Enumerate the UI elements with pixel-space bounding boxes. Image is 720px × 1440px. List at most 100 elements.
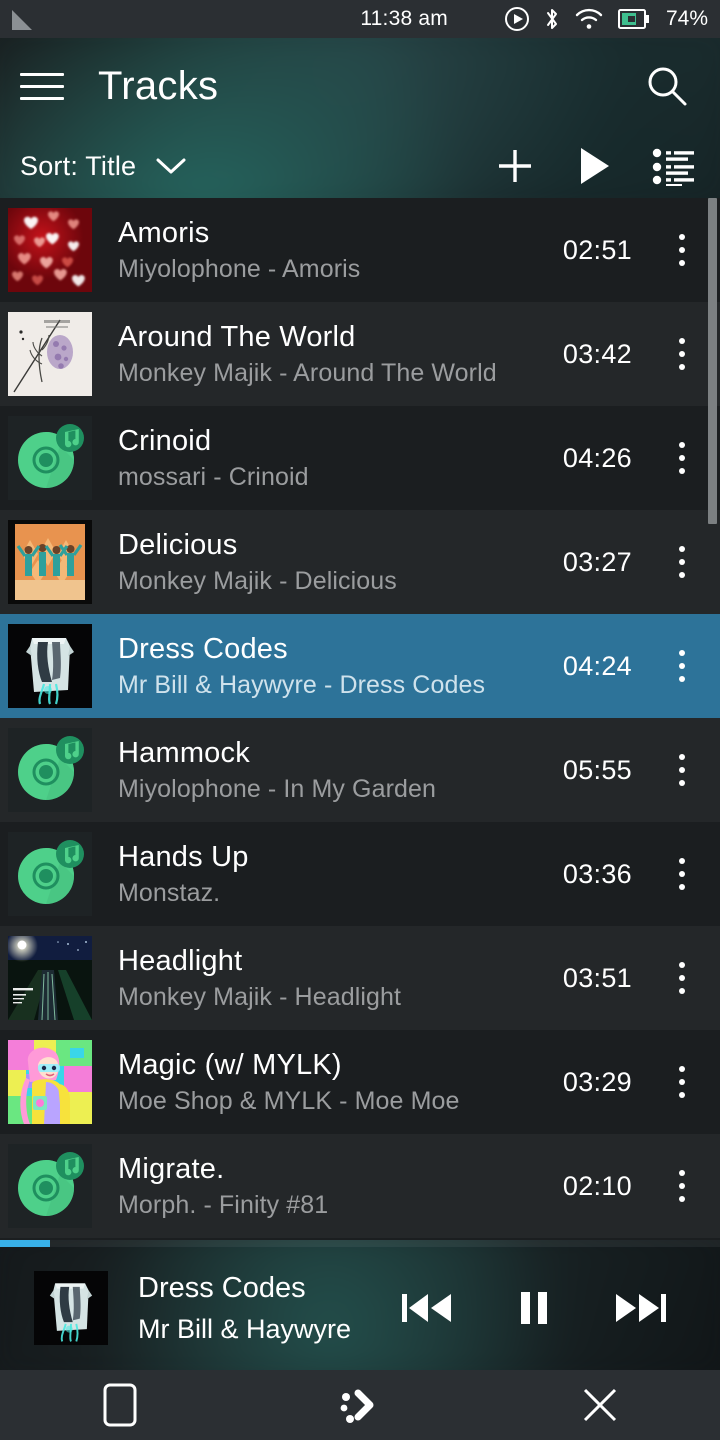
now-playing-title: Dress Codes bbox=[138, 1272, 306, 1304]
overflow-menu-icon[interactable] bbox=[658, 546, 706, 578]
overflow-menu-icon[interactable] bbox=[658, 234, 706, 266]
ubuntu-logo-icon[interactable] bbox=[240, 1383, 480, 1427]
track-row[interactable]: Amoris Miyolophone - Amoris 02:51 bbox=[0, 198, 720, 302]
sort-label: Sort: Title bbox=[20, 150, 137, 181]
list-scrollbar[interactable] bbox=[708, 198, 717, 524]
status-bar: 11:38 am 74% bbox=[0, 0, 720, 38]
hamburger-menu-icon[interactable] bbox=[20, 58, 76, 114]
playback-controls bbox=[400, 1288, 668, 1328]
status-icon-tray: 74% bbox=[504, 6, 708, 32]
track-duration: 03:27 bbox=[562, 546, 632, 577]
search-icon[interactable] bbox=[636, 55, 698, 117]
phone-screen: 11:38 am 74% Tracks Sort: Title Amoris M… bbox=[0, 0, 720, 1440]
track-subtitle: Moe Shop & MYLK - Moe Moe bbox=[118, 1087, 460, 1115]
track-meta: Dress Codes Mr Bill & Haywyre - Dress Co… bbox=[92, 632, 563, 700]
bluetooth-icon bbox=[544, 6, 560, 32]
track-row[interactable]: Migrate. Morph. - Finity #81 02:10 bbox=[0, 1134, 720, 1238]
track-duration: 05:55 bbox=[562, 754, 632, 785]
album-art bbox=[8, 832, 92, 916]
overflow-menu-icon[interactable] bbox=[658, 650, 706, 682]
track-subtitle: Monkey Majik - Headlight bbox=[118, 983, 402, 1011]
battery-percent: 74% bbox=[665, 7, 708, 30]
overflow-menu-icon[interactable] bbox=[658, 1170, 706, 1202]
track-meta: Amoris Miyolophone - Amoris bbox=[92, 216, 563, 284]
album-art bbox=[8, 728, 92, 812]
app-window-icon[interactable] bbox=[0, 1383, 240, 1427]
track-duration: 02:10 bbox=[562, 1170, 632, 1201]
track-meta: Magic (w/ MYLK) Moe Shop & MYLK - Moe Mo… bbox=[92, 1048, 563, 1116]
chevron-down-icon bbox=[154, 155, 188, 177]
track-title: Migrate. bbox=[118, 1153, 225, 1185]
album-art bbox=[8, 208, 92, 292]
track-meta: Around The World Monkey Majik - Around T… bbox=[92, 320, 563, 388]
track-title: Crinoid bbox=[118, 425, 212, 457]
status-time: 11:38 am bbox=[360, 7, 448, 30]
track-subtitle: Morph. - Finity #81 bbox=[118, 1191, 329, 1219]
album-art bbox=[8, 1144, 92, 1228]
header-top-row: Tracks bbox=[0, 38, 720, 134]
track-row[interactable]: Crinoid mossari - Crinoid 04:26 bbox=[0, 406, 720, 510]
track-duration: 02:51 bbox=[562, 234, 632, 265]
track-row[interactable]: Headlight Monkey Majik - Headlight 03:51 bbox=[0, 926, 720, 1030]
track-duration: 04:26 bbox=[562, 442, 632, 473]
app-header: Tracks Sort: Title bbox=[0, 38, 720, 198]
track-subtitle: Monkey Majik - Around The World bbox=[118, 359, 497, 387]
header-sort-row: Sort: Title bbox=[0, 134, 720, 198]
track-subtitle: Miyolophone - In My Garden bbox=[118, 775, 437, 803]
overflow-menu-icon[interactable] bbox=[658, 858, 706, 890]
track-row[interactable]: Hammock Miyolophone - In My Garden 05:55 bbox=[0, 718, 720, 822]
track-duration: 03:36 bbox=[562, 858, 632, 889]
track-meta: Hands Up Monstaz. bbox=[92, 840, 563, 908]
now-playing-album-art bbox=[34, 1271, 108, 1345]
track-title: Dress Codes bbox=[118, 633, 288, 665]
track-subtitle: Monkey Majik - Delicious bbox=[118, 567, 397, 595]
track-title: Delicious bbox=[118, 529, 238, 561]
track-row[interactable]: Dress Codes Mr Bill & Haywyre - Dress Co… bbox=[0, 614, 720, 718]
album-art bbox=[8, 936, 92, 1020]
track-row[interactable]: Delicious Monkey Majik - Delicious 03:27 bbox=[0, 510, 720, 614]
track-meta: Migrate. Morph. - Finity #81 bbox=[92, 1152, 563, 1220]
overflow-menu-icon[interactable] bbox=[658, 338, 706, 370]
album-art bbox=[8, 624, 92, 708]
queue-list-icon[interactable] bbox=[652, 146, 696, 186]
skip-previous-icon[interactable] bbox=[400, 1288, 454, 1328]
album-art bbox=[8, 1040, 92, 1124]
track-subtitle: Miyolophone - Amoris bbox=[118, 255, 361, 283]
sort-dropdown[interactable]: Sort: Title bbox=[20, 151, 188, 182]
overflow-menu-icon[interactable] bbox=[658, 442, 706, 474]
track-title: Hammock bbox=[118, 737, 250, 769]
album-art bbox=[8, 520, 92, 604]
track-meta: Crinoid mossari - Crinoid bbox=[92, 424, 563, 492]
now-playing-bar[interactable]: Dress Codes Mr Bill & Haywyre bbox=[0, 1240, 720, 1370]
play-circle-icon bbox=[504, 6, 530, 32]
track-title: Magic (w/ MYLK) bbox=[118, 1049, 342, 1081]
track-subtitle: mossari - Crinoid bbox=[118, 463, 309, 491]
album-art bbox=[8, 312, 92, 396]
overflow-menu-icon[interactable] bbox=[658, 1066, 706, 1098]
track-list[interactable]: Amoris Miyolophone - Amoris 02:51 Around… bbox=[0, 198, 720, 1240]
track-title: Headlight bbox=[118, 945, 243, 977]
plus-icon[interactable] bbox=[494, 145, 536, 187]
track-row[interactable]: Hands Up Monstaz. 03:36 bbox=[0, 822, 720, 926]
track-duration: 03:29 bbox=[562, 1066, 632, 1097]
track-subtitle: Monstaz. bbox=[118, 879, 221, 907]
play-icon[interactable] bbox=[574, 144, 614, 188]
page-title: Tracks bbox=[98, 63, 219, 108]
pause-icon[interactable] bbox=[516, 1288, 552, 1328]
track-meta: Delicious Monkey Majik - Delicious bbox=[92, 528, 563, 596]
skip-next-icon[interactable] bbox=[614, 1288, 668, 1328]
track-row[interactable]: Magic (w/ MYLK) Moe Shop & MYLK - Moe Mo… bbox=[0, 1030, 720, 1134]
track-title: Amoris bbox=[118, 217, 210, 249]
track-meta: Headlight Monkey Majik - Headlight bbox=[92, 944, 563, 1012]
overflow-menu-icon[interactable] bbox=[658, 754, 706, 786]
system-navigation-bar bbox=[0, 1370, 720, 1440]
album-art bbox=[8, 416, 92, 500]
overflow-menu-icon[interactable] bbox=[658, 962, 706, 994]
track-subtitle: Mr Bill & Haywyre - Dress Codes bbox=[118, 671, 486, 699]
battery-icon bbox=[617, 8, 650, 30]
track-duration: 03:51 bbox=[562, 962, 632, 993]
now-playing-artist: Mr Bill & Haywyre bbox=[138, 1314, 352, 1344]
close-icon[interactable] bbox=[480, 1385, 720, 1425]
track-row[interactable]: Around The World Monkey Majik - Around T… bbox=[0, 302, 720, 406]
track-title: Around The World bbox=[118, 321, 356, 353]
